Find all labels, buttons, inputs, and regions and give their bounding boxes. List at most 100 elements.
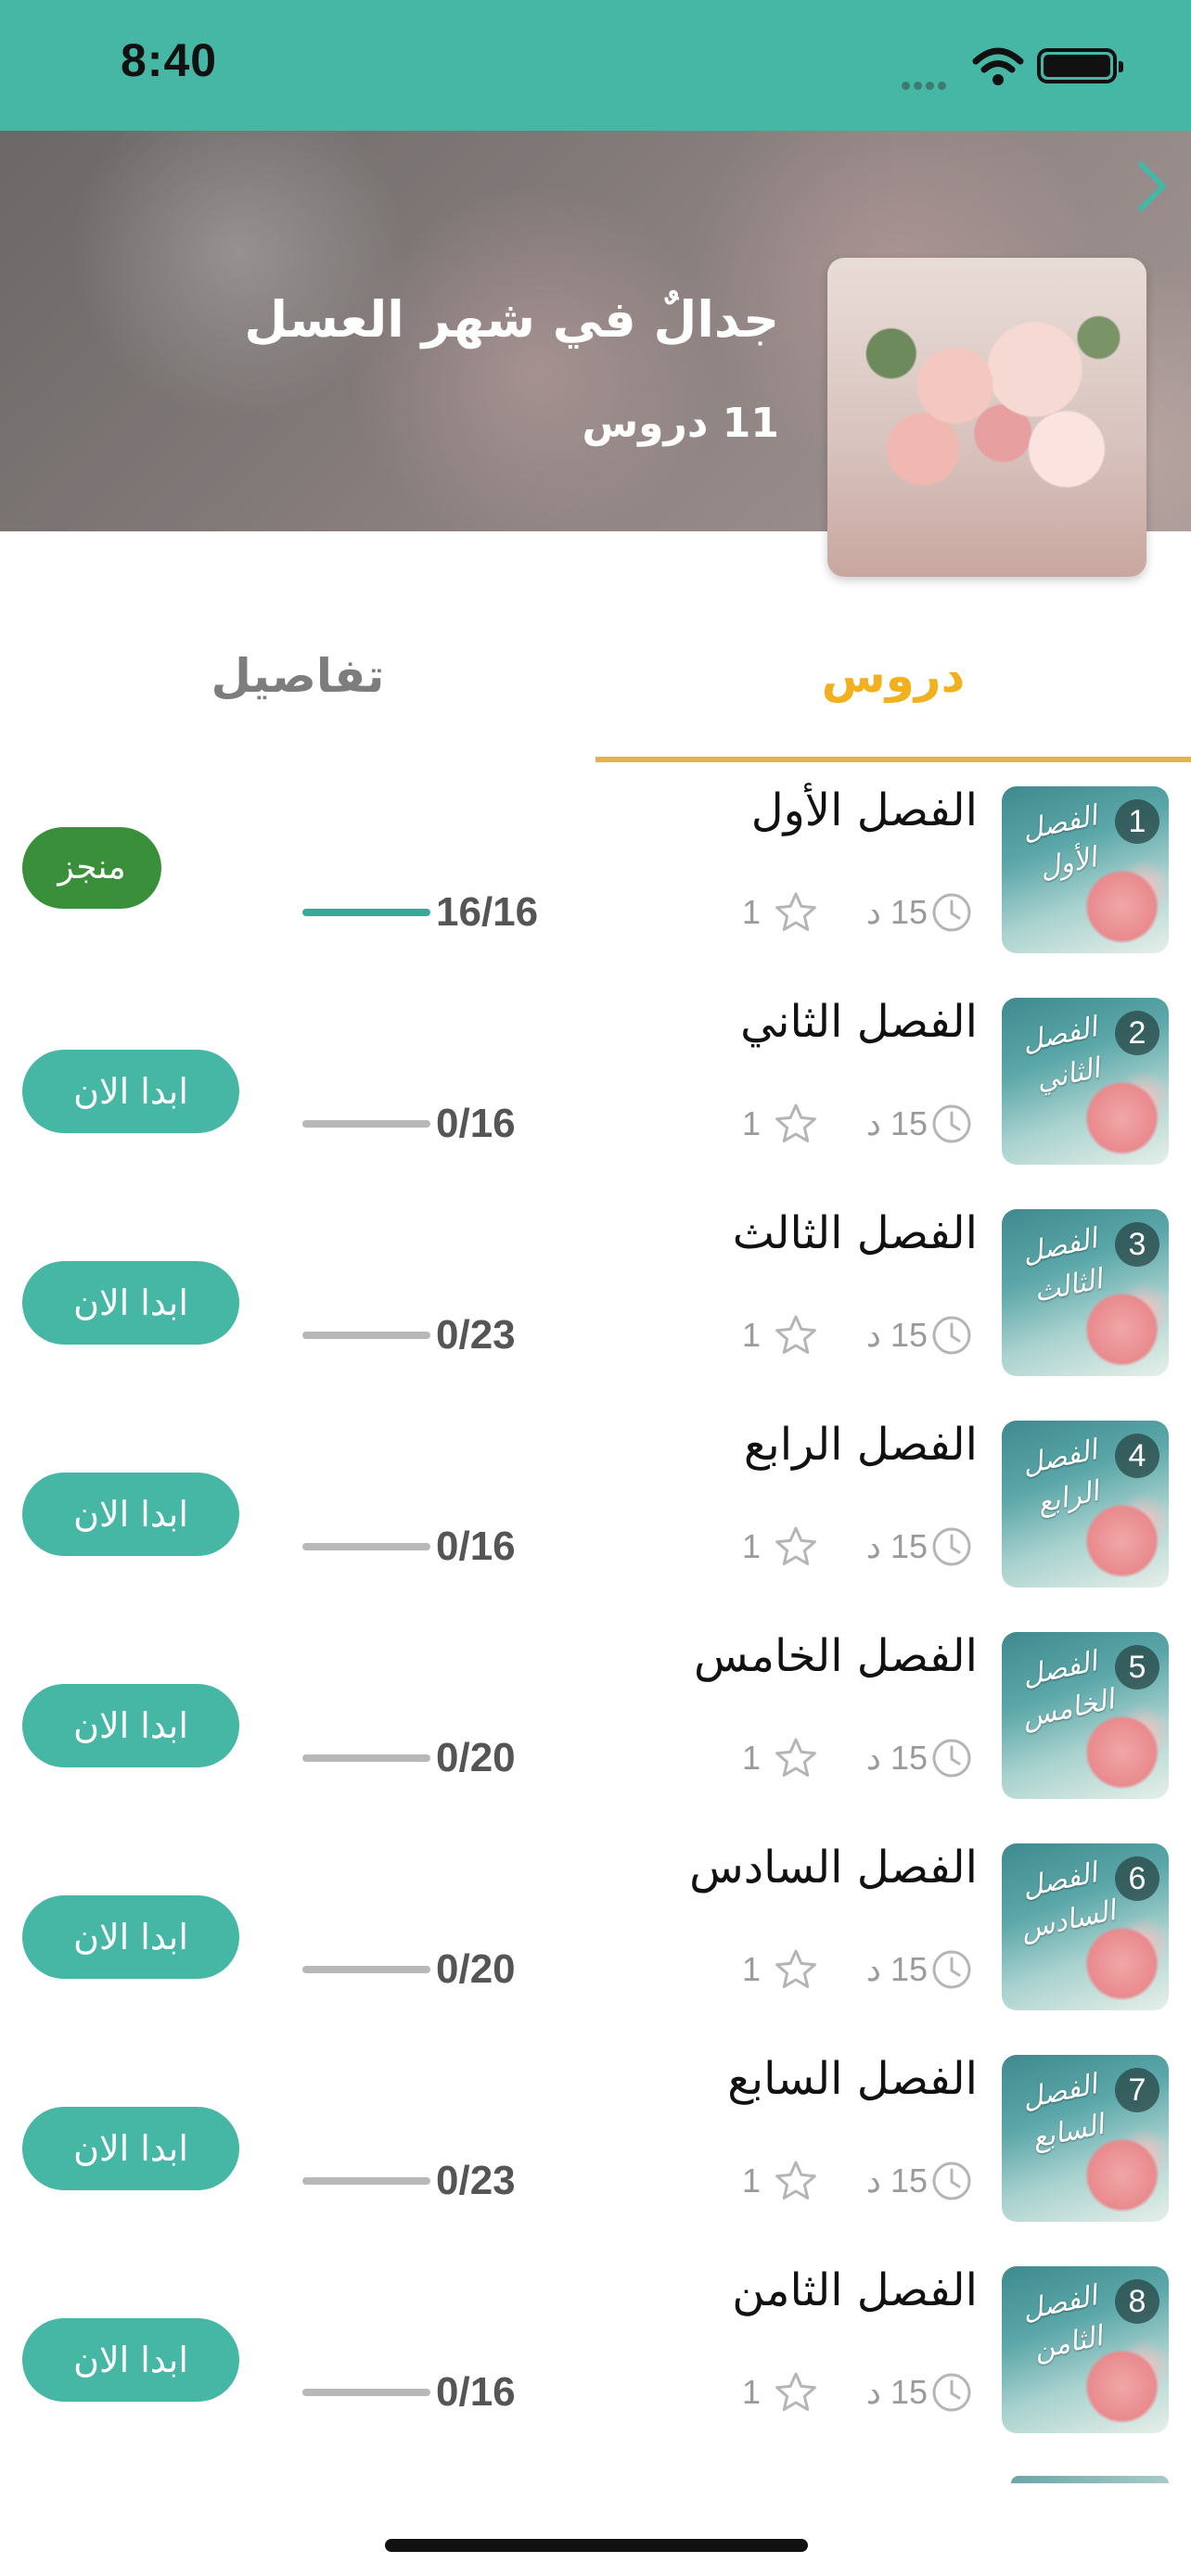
lesson-thumbnail-text: الفصل الثامن [1018, 2279, 1106, 2366]
lesson-thumbnail: الفصل الثاني 2 [1002, 998, 1169, 1165]
start-lesson-button[interactable]: ابدا الان [22, 1261, 239, 1345]
lesson-rating: 1 [742, 1104, 762, 1142]
lesson-progress-bar [302, 1120, 430, 1128]
lesson-row[interactable]: الفصل الخامس 5 الفصل الخامس 15 د 1 0/20 ابدا ا… [0, 1625, 1191, 1836]
lesson-rating: 1 [742, 1950, 762, 1988]
lesson-title: الفصل الثامن [732, 2264, 978, 2316]
tab-details[interactable]: تفاصيل [0, 649, 596, 703]
clock-icon [932, 2162, 971, 2200]
lesson-meta: 15 د 1 [742, 1313, 974, 1359]
lesson-thumbnail: الفصل الرابع 4 [1002, 1421, 1169, 1588]
lesson-duration: 15 د [865, 1527, 928, 1565]
lesson-thumbnail [1011, 2476, 1169, 2483]
lesson-thumbnail-text: الفصل الأول [1018, 799, 1100, 886]
lesson-number: 8 [1115, 2279, 1159, 2324]
lesson-row[interactable]: الفصل السابع 7 الفصل السابع 15 د 1 0/23 ابدا ا… [0, 2047, 1191, 2259]
lesson-rating: 1 [742, 1527, 762, 1565]
clock-icon [932, 893, 971, 932]
lesson-title: الفصل الأول [750, 784, 978, 836]
lesson-rating: 1 [742, 2162, 762, 2200]
start-lesson-button[interactable]: ابدا الان [22, 1684, 239, 1767]
lesson-title: الفصل الثالث [732, 1207, 978, 1259]
status-bar: 8:40 [0, 0, 1191, 131]
lesson-title: الفصل السابع [727, 2053, 978, 2105]
clock-icon [932, 2373, 971, 2412]
cellular-signal-icon [902, 76, 957, 90]
course-title: جدالٌ في شهر العسل [244, 290, 779, 349]
lesson-meta: 15 د 1 [742, 1102, 974, 1148]
star-icon [775, 1315, 816, 1354]
lesson-progress-text: 0/16 [436, 2369, 516, 2415]
clock-icon [932, 1950, 971, 1989]
lesson-thumbnail: الفصل السابع 7 [1002, 2055, 1169, 2222]
lesson-thumbnail-text: الفصل الخامس [1018, 1645, 1118, 1735]
star-icon [775, 2372, 816, 2411]
chevron-right-icon[interactable] [1133, 159, 1171, 214]
lesson-title: الفصل الرابع [743, 1419, 978, 1471]
star-icon [775, 1526, 816, 1565]
lesson-row[interactable]: الفصل الأول 1 الفصل الأول 15 د 1 16/16 منجز [0, 779, 1191, 990]
start-lesson-button[interactable]: ابدا الان [22, 1473, 239, 1556]
lesson-thumbnail-text: الفصل الثاني [1018, 1011, 1103, 1098]
clock-icon [932, 1739, 971, 1778]
lesson-done-badge[interactable]: منجز [22, 827, 161, 909]
lesson-thumbnail: الفصل الثامن 8 [1002, 2266, 1169, 2433]
lesson-meta: 15 د 1 [742, 1524, 974, 1571]
lesson-meta: 15 د 1 [742, 1736, 974, 1782]
lesson-rating: 1 [742, 893, 762, 931]
lesson-number: 6 [1115, 1856, 1159, 1901]
lesson-meta: 15 د 1 [742, 1947, 974, 1994]
lesson-number: 2 [1115, 1011, 1159, 1055]
lesson-meta: 15 د 1 [742, 890, 974, 937]
lesson-duration: 15 د [865, 2373, 928, 2411]
lesson-meta: 15 د 1 [742, 2370, 974, 2417]
start-lesson-button[interactable]: ابدا الان [22, 2107, 239, 2190]
lesson-duration: 15 د [865, 893, 928, 931]
lesson-number: 1 [1115, 799, 1159, 844]
clock-icon [932, 1527, 971, 1566]
lesson-meta: 15 د 1 [742, 2159, 974, 2205]
star-icon [775, 2161, 816, 2200]
star-icon [775, 1949, 816, 1988]
lesson-row[interactable]: الفصل السادس 6 الفصل السادس 15 د 1 0/20 ابدا ا… [0, 1836, 1191, 2047]
star-icon [775, 1103, 816, 1142]
status-time: 8:40 [121, 34, 218, 86]
home-indicator [385, 2539, 808, 2552]
star-icon [775, 892, 816, 931]
lesson-title: الفصل السادس [689, 1842, 978, 1894]
tab-lessons[interactable]: دروس [596, 649, 1191, 703]
lesson-rating: 1 [742, 1316, 762, 1354]
lesson-duration: 15 د [865, 2162, 928, 2200]
clock-icon [932, 1316, 971, 1355]
lesson-number: 4 [1115, 1434, 1159, 1478]
course-cover-image [827, 258, 1146, 577]
lesson-thumbnail-text: الفصل السادس [1018, 1856, 1119, 1946]
lesson-progress-bar [302, 2389, 430, 2396]
lesson-thumbnail: الفصل الثالث 3 [1002, 1209, 1169, 1376]
lesson-progress-text: 0/20 [436, 1946, 516, 1992]
lesson-thumbnail: الفصل السادس 6 [1002, 1843, 1169, 2010]
lesson-progress-bar [302, 1966, 430, 1973]
lesson-thumbnail-text: الفصل الرابع [1018, 1434, 1102, 1521]
battery-icon [1037, 48, 1123, 83]
lesson-thumbnail-text: الفصل الثالث [1018, 1222, 1106, 1309]
lesson-progress-bar [302, 909, 430, 916]
start-lesson-button[interactable]: ابدا الان [22, 2318, 239, 2402]
start-lesson-button[interactable]: ابدا الان [22, 1895, 239, 1979]
lesson-row[interactable]: الفصل الثامن 8 الفصل الثامن 15 د 1 0/16 ابدا ا… [0, 2259, 1191, 2470]
lesson-row[interactable]: الفصل الثاني 2 الفصل الثاني 15 د 1 0/16 ابدا ا… [0, 990, 1191, 1202]
lesson-row[interactable]: الفصل الثالث 3 الفصل الثالث 15 د 1 0/23 ابدا ا… [0, 1202, 1191, 1413]
lesson-rating: 1 [742, 2373, 762, 2411]
lesson-title: الفصل الخامس [694, 1630, 978, 1682]
star-icon [775, 1738, 816, 1777]
lesson-rating: 1 [742, 1739, 762, 1777]
lesson-progress-bar [302, 2177, 430, 2185]
clock-icon [932, 1104, 971, 1143]
start-lesson-button[interactable]: ابدا الان [22, 1050, 239, 1133]
lesson-duration: 15 د [865, 1104, 928, 1142]
lesson-duration: 15 د [865, 1739, 928, 1777]
lesson-row[interactable]: الفصل الرابع 4 الفصل الرابع 15 د 1 0/16 ابدا ا… [0, 1413, 1191, 1625]
lesson-title: الفصل الثاني [740, 996, 978, 1048]
lesson-number: 5 [1115, 1645, 1159, 1690]
lesson-progress-bar [302, 1332, 430, 1339]
